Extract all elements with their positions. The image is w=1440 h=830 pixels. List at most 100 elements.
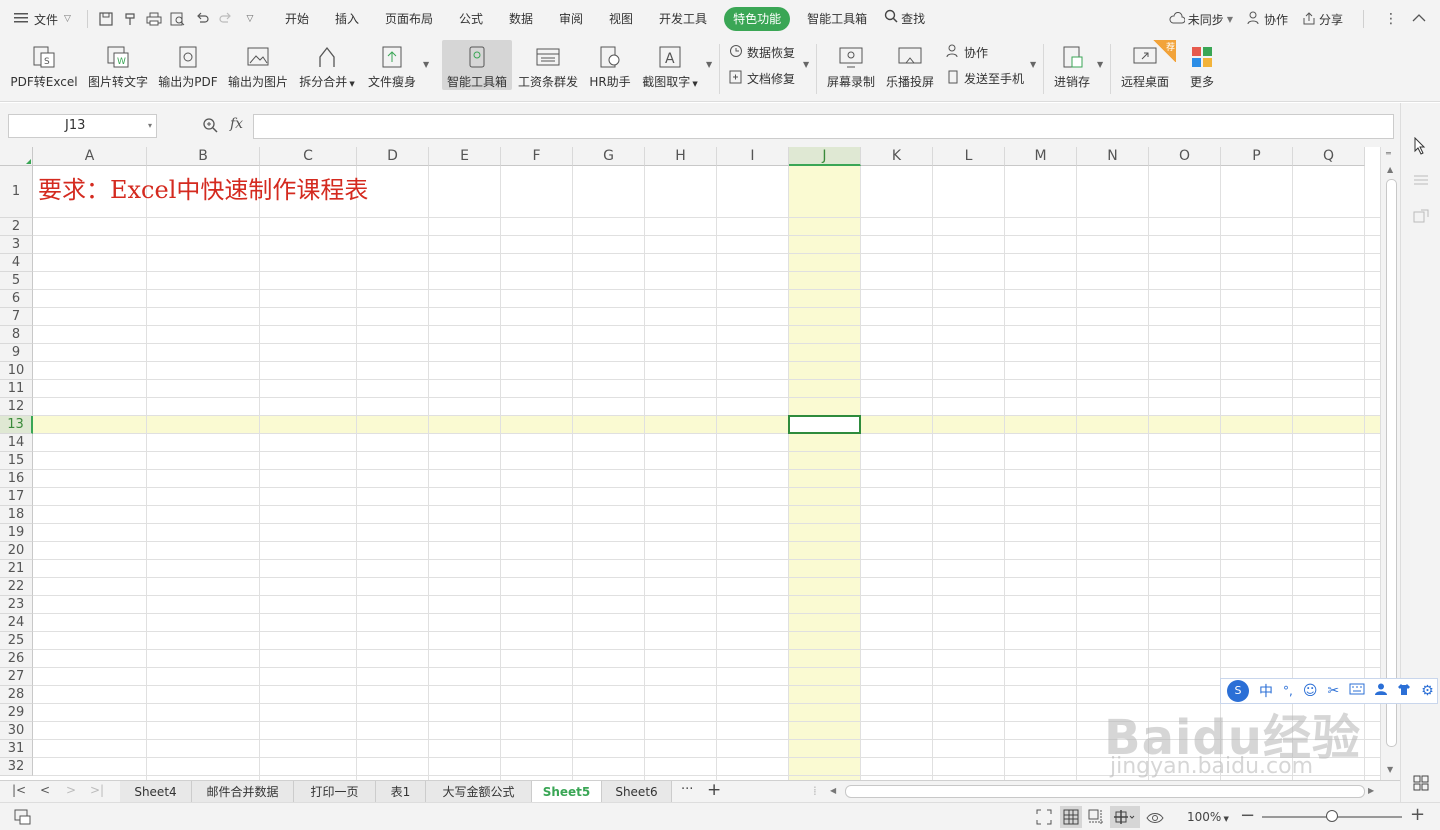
emoji-icon[interactable]: ☺ [1303,683,1318,699]
inventory-button[interactable]: 进销存 [1049,40,1095,90]
chevron-down-icon[interactable]: ▼ [1097,60,1103,69]
row-header-19[interactable]: 19 [0,524,33,542]
print-preview-icon[interactable] [166,7,190,31]
row-header-1[interactable]: 1 [0,166,33,218]
column-header-h[interactable]: H [645,147,717,166]
column-header-k[interactable]: K [861,147,933,166]
sheet-tab[interactable]: Sheet6 [602,781,672,803]
file-slim-button[interactable]: 文件瘦身 [364,40,420,90]
row-header-4[interactable]: 4 [0,254,33,272]
column-header-j[interactable]: J [789,147,861,166]
sync-button[interactable]: 未同步 ▼ [1169,11,1233,28]
cursor-select-icon[interactable] [1413,136,1427,158]
column-header-b[interactable]: B [147,147,260,166]
zoom-out-button[interactable]: − [1240,805,1255,826]
normal-view-icon[interactable] [1060,806,1082,828]
sheet-tab-active[interactable]: Sheet5 [532,781,602,803]
doc-repair-button[interactable]: 文档修复 [729,70,795,87]
reading-mode-icon[interactable] [1110,806,1140,828]
more-vertical-icon[interactable]: ⋮ [1384,11,1398,27]
hscroll-right-icon[interactable]: ▶ [1368,786,1374,795]
column-header-d[interactable]: D [357,147,429,166]
row-header-23[interactable]: 23 [0,596,33,614]
data-recovery-button[interactable]: 数据恢复 [729,44,795,61]
undo-icon[interactable] [190,7,214,31]
adjust-icon[interactable] [1413,173,1429,190]
sheet-tab[interactable]: Sheet4 [120,781,192,803]
scroll-up-icon[interactable]: ═ [1386,149,1391,158]
send-to-phone-button[interactable]: 发送至手机 [946,70,1024,87]
share-button[interactable]: 分享 [1302,11,1343,28]
tab-smart-toolbox[interactable]: 智能工具箱 [794,7,880,31]
active-cell-j13[interactable] [788,415,861,434]
row-header-22[interactable]: 22 [0,578,33,596]
zoom-level[interactable]: 100% ▼ [1187,810,1229,824]
scroll-down-arrow-icon[interactable]: ▼ [1387,765,1393,774]
print-icon[interactable] [142,7,166,31]
row-header-8[interactable]: 8 [0,326,33,344]
zoom-slider-thumb[interactable] [1326,810,1338,822]
chevron-down-icon[interactable]: ▼ [423,60,429,69]
sheet-tab[interactable]: 大写金额公式 [426,781,532,803]
row-header-6[interactable]: 6 [0,290,33,308]
column-header-g[interactable]: G [573,147,645,166]
column-header-m[interactable]: M [1005,147,1077,166]
page-break-view-icon[interactable] [1088,809,1104,828]
macro-icon[interactable] [14,809,32,828]
tab-data[interactable]: 数据 [496,7,546,31]
eye-protect-icon[interactable] [1146,809,1164,828]
row-header-3[interactable]: 3 [0,236,33,254]
user-icon[interactable] [1375,683,1388,699]
first-sheet-icon[interactable]: |< [12,783,26,797]
sheet-tab[interactable]: 表1 [376,781,426,803]
row-header-29[interactable]: 29 [0,704,33,722]
last-sheet-icon[interactable]: >| [90,783,104,797]
screenshot-text-button[interactable]: A 截图取字 ▼ [640,40,700,90]
payslip-send-button[interactable]: 工资条群发 [516,40,580,90]
column-header-o[interactable]: O [1149,147,1221,166]
cell-a1-title[interactable]: 要求：Excel中快速制作课程表 [38,170,368,205]
export-pdf-button[interactable]: 输出为PDF [156,40,220,90]
formula-input[interactable] [253,114,1394,139]
hscroll-left-icon[interactable]: ◀ [830,786,836,795]
export-image-button[interactable]: 输出为图片 [226,40,290,90]
column-header-p[interactable]: P [1221,147,1293,166]
search-button[interactable]: 查找 [880,7,938,31]
row-header-32[interactable]: 32 [0,758,33,776]
redo-icon[interactable] [214,7,238,31]
row-header-28[interactable]: 28 [0,686,33,704]
row-header-14[interactable]: 14 [0,434,33,452]
horizontal-scroll-thumb[interactable] [845,785,1365,798]
next-sheet-icon[interactable]: > [66,783,76,797]
more-sheets-button[interactable]: ··· [681,782,693,797]
smart-toolbox-button[interactable]: 智能工具箱 [442,40,512,90]
row-header-20[interactable]: 20 [0,542,33,560]
row-header-17[interactable]: 17 [0,488,33,506]
row-header-9[interactable]: 9 [0,344,33,362]
row-header-31[interactable]: 31 [0,740,33,758]
tab-formulas[interactable]: 公式 [446,7,496,31]
collab-tool-button[interactable]: 协作 [946,44,988,61]
tab-insert[interactable]: 插入 [322,7,372,31]
keyboard-icon[interactable] [1349,683,1365,699]
collab-button[interactable]: 协作 [1247,11,1288,28]
row-header-5[interactable]: 5 [0,272,33,290]
row-header-13[interactable]: 13 [0,416,33,434]
row-header-12[interactable]: 12 [0,398,33,416]
name-box[interactable]: J13 ▾ [8,114,157,138]
collapse-ribbon-icon[interactable] [1412,12,1426,26]
skin-shirt-icon[interactable] [1397,683,1411,699]
tab-splitter-icon[interactable]: ⁞ [813,784,817,798]
column-header-l[interactable]: L [933,147,1005,166]
row-header-15[interactable]: 15 [0,452,33,470]
split-merge-button[interactable]: 拆分合并 ▼ [296,40,358,90]
image-to-text-button[interactable]: W 图片转文字 [86,40,150,90]
column-header-i[interactable]: I [717,147,789,166]
row-header-30[interactable]: 30 [0,722,33,740]
chevron-down-icon[interactable]: ▼ [803,60,809,69]
row-header-27[interactable]: 27 [0,668,33,686]
prev-sheet-icon[interactable]: < [40,783,50,797]
sheet-tab[interactable]: 邮件合并数据 [192,781,294,803]
tab-review[interactable]: 审阅 [546,7,596,31]
tab-view[interactable]: 视图 [596,7,646,31]
